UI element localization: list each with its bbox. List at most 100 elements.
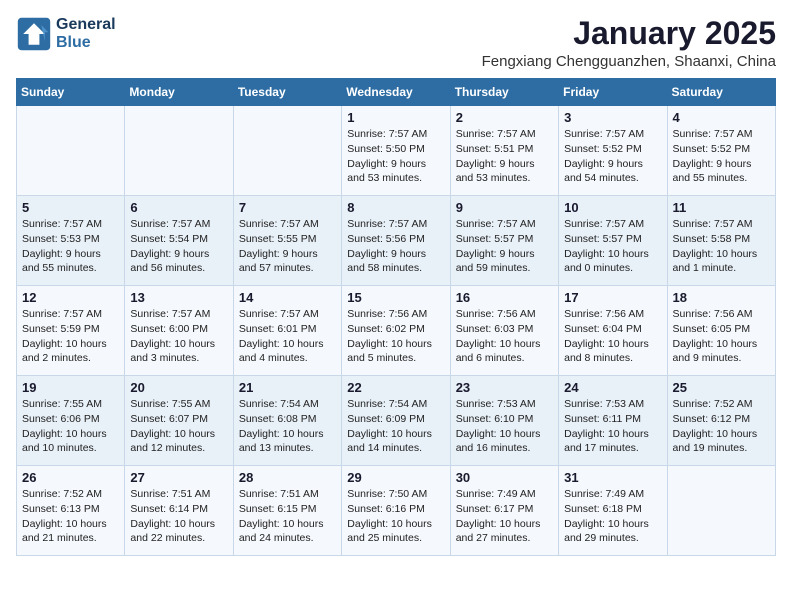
day-info: Sunrise: 7:57 AM Sunset: 5:55 PM Dayligh… <box>239 217 336 276</box>
logo: General Blue <box>16 16 116 52</box>
calendar-cell: 9 Sunrise: 7:57 AM Sunset: 5:57 PM Daylig… <box>450 196 558 286</box>
weekday-header-saturday: Saturday <box>667 79 775 106</box>
day-number: 8 <box>347 200 444 215</box>
day-number: 15 <box>347 290 444 305</box>
week-row-3: 12 Sunrise: 7:57 AM Sunset: 5:59 PM Dayli… <box>17 286 776 376</box>
day-info: Sunrise: 7:54 AM Sunset: 6:08 PM Dayligh… <box>239 397 336 456</box>
day-info: Sunrise: 7:52 AM Sunset: 6:13 PM Dayligh… <box>22 487 119 546</box>
day-number: 20 <box>130 380 227 395</box>
calendar-cell: 14Sunrise: 7:57 AM Sunset: 6:01 PM Dayli… <box>233 286 341 376</box>
day-number: 14 <box>239 290 336 305</box>
calendar-cell: 21 Sunrise: 7:54 AM Sunset: 6:08 PM Dayli… <box>233 376 341 466</box>
day-number: 3 <box>564 110 661 125</box>
day-number: 31 <box>564 470 661 485</box>
calendar-cell: 24 Sunrise: 7:53 AM Sunset: 6:11 PM Dayli… <box>559 376 667 466</box>
day-number: 9 <box>456 200 553 215</box>
day-info: Sunrise: 7:51 AM Sunset: 6:14 PM Dayligh… <box>130 487 227 546</box>
day-number: 23 <box>456 380 553 395</box>
calendar-cell: 22 Sunrise: 7:54 AM Sunset: 6:09 PM Dayli… <box>342 376 450 466</box>
day-number: 25 <box>673 380 770 395</box>
weekday-header-row: SundayMondayTuesdayWednesdayThursdayFrid… <box>17 79 776 106</box>
day-number: 6 <box>130 200 227 215</box>
day-info: Sunrise: 7:49 AM Sunset: 6:18 PM Dayligh… <box>564 487 661 546</box>
calendar-cell: 30 Sunrise: 7:49 AM Sunset: 6:17 PM Dayli… <box>450 466 558 556</box>
calendar-title: January 2025 <box>482 16 776 51</box>
page-header: General Blue January 2025 Fengxiang Chen… <box>16 16 776 70</box>
calendar-cell: 13 Sunrise: 7:57 AM Sunset: 6:00 PM Dayli… <box>125 286 233 376</box>
calendar-cell: 1Sunrise: 7:57 AM Sunset: 5:50 PM Daylig… <box>342 106 450 196</box>
day-number: 11 <box>673 200 770 215</box>
calendar-cell: 29 Sunrise: 7:50 AM Sunset: 6:16 PM Dayli… <box>342 466 450 556</box>
day-info: Sunrise: 7:56 AM Sunset: 6:05 PM Dayligh… <box>673 307 770 366</box>
calendar-cell: 27Sunrise: 7:51 AM Sunset: 6:14 PM Dayli… <box>125 466 233 556</box>
day-number: 21 <box>239 380 336 395</box>
week-row-5: 26 Sunrise: 7:52 AM Sunset: 6:13 PM Dayli… <box>17 466 776 556</box>
day-number: 1 <box>347 110 444 125</box>
day-info: Sunrise: 7:57 AM Sunset: 5:51 PM Dayligh… <box>456 127 553 186</box>
calendar-cell: 2 Sunrise: 7:57 AM Sunset: 5:51 PM Daylig… <box>450 106 558 196</box>
day-info: Sunrise: 7:54 AM Sunset: 6:09 PM Dayligh… <box>347 397 444 456</box>
calendar-cell: 5 Sunrise: 7:57 AM Sunset: 5:53 PM Daylig… <box>17 196 125 286</box>
day-info: Sunrise: 7:57 AM Sunset: 5:57 PM Dayligh… <box>456 217 553 276</box>
calendar-cell: 25 Sunrise: 7:52 AM Sunset: 6:12 PM Dayli… <box>667 376 775 466</box>
day-info: Sunrise: 7:57 AM Sunset: 5:54 PM Dayligh… <box>130 217 227 276</box>
day-info: Sunrise: 7:57 AM Sunset: 5:52 PM Dayligh… <box>673 127 770 186</box>
day-info: Sunrise: 7:57 AM Sunset: 5:53 PM Dayligh… <box>22 217 119 276</box>
calendar-cell: 10 Sunrise: 7:57 AM Sunset: 5:57 PM Dayli… <box>559 196 667 286</box>
day-number: 29 <box>347 470 444 485</box>
calendar-subtitle: Fengxiang Chengguanzhen, Shaanxi, China <box>482 53 776 70</box>
calendar-cell: 26 Sunrise: 7:52 AM Sunset: 6:13 PM Dayli… <box>17 466 125 556</box>
calendar-cell: 20Sunrise: 7:55 AM Sunset: 6:07 PM Dayli… <box>125 376 233 466</box>
calendar-cell: 12 Sunrise: 7:57 AM Sunset: 5:59 PM Dayli… <box>17 286 125 376</box>
weekday-header-sunday: Sunday <box>17 79 125 106</box>
calendar-cell: 15 Sunrise: 7:56 AM Sunset: 6:02 PM Dayli… <box>342 286 450 376</box>
day-number: 28 <box>239 470 336 485</box>
calendar-cell <box>233 106 341 196</box>
day-number: 16 <box>456 290 553 305</box>
day-number: 26 <box>22 470 119 485</box>
calendar-cell: 23Sunrise: 7:53 AM Sunset: 6:10 PM Dayli… <box>450 376 558 466</box>
calendar-cell <box>667 466 775 556</box>
day-number: 24 <box>564 380 661 395</box>
week-row-1: 1Sunrise: 7:57 AM Sunset: 5:50 PM Daylig… <box>17 106 776 196</box>
calendar-cell <box>125 106 233 196</box>
calendar-cell: 19Sunrise: 7:55 AM Sunset: 6:06 PM Dayli… <box>17 376 125 466</box>
calendar-cell: 3Sunrise: 7:57 AM Sunset: 5:52 PM Daylig… <box>559 106 667 196</box>
calendar-cell: 28 Sunrise: 7:51 AM Sunset: 6:15 PM Dayli… <box>233 466 341 556</box>
day-info: Sunrise: 7:57 AM Sunset: 5:57 PM Dayligh… <box>564 217 661 276</box>
day-number: 10 <box>564 200 661 215</box>
day-info: Sunrise: 7:50 AM Sunset: 6:16 PM Dayligh… <box>347 487 444 546</box>
day-info: Sunrise: 7:57 AM Sunset: 6:00 PM Dayligh… <box>130 307 227 366</box>
day-number: 12 <box>22 290 119 305</box>
day-info: Sunrise: 7:57 AM Sunset: 5:56 PM Dayligh… <box>347 217 444 276</box>
weekday-header-tuesday: Tuesday <box>233 79 341 106</box>
calendar-cell: 11Sunrise: 7:57 AM Sunset: 5:58 PM Dayli… <box>667 196 775 286</box>
day-info: Sunrise: 7:56 AM Sunset: 6:04 PM Dayligh… <box>564 307 661 366</box>
calendar-cell <box>17 106 125 196</box>
calendar-table: SundayMondayTuesdayWednesdayThursdayFrid… <box>16 78 776 556</box>
weekday-header-monday: Monday <box>125 79 233 106</box>
day-info: Sunrise: 7:57 AM Sunset: 5:59 PM Dayligh… <box>22 307 119 366</box>
day-number: 13 <box>130 290 227 305</box>
day-number: 2 <box>456 110 553 125</box>
day-number: 5 <box>22 200 119 215</box>
day-number: 17 <box>564 290 661 305</box>
day-info: Sunrise: 7:51 AM Sunset: 6:15 PM Dayligh… <box>239 487 336 546</box>
calendar-cell: 18 Sunrise: 7:56 AM Sunset: 6:05 PM Dayli… <box>667 286 775 376</box>
day-info: Sunrise: 7:53 AM Sunset: 6:11 PM Dayligh… <box>564 397 661 456</box>
week-row-4: 19Sunrise: 7:55 AM Sunset: 6:06 PM Dayli… <box>17 376 776 466</box>
day-info: Sunrise: 7:52 AM Sunset: 6:12 PM Dayligh… <box>673 397 770 456</box>
calendar-cell: 8 Sunrise: 7:57 AM Sunset: 5:56 PM Daylig… <box>342 196 450 286</box>
weekday-header-wednesday: Wednesday <box>342 79 450 106</box>
day-info: Sunrise: 7:49 AM Sunset: 6:17 PM Dayligh… <box>456 487 553 546</box>
day-number: 30 <box>456 470 553 485</box>
day-number: 22 <box>347 380 444 395</box>
calendar-cell: 17 Sunrise: 7:56 AM Sunset: 6:04 PM Dayli… <box>559 286 667 376</box>
day-number: 19 <box>22 380 119 395</box>
weekday-header-thursday: Thursday <box>450 79 558 106</box>
day-info: Sunrise: 7:56 AM Sunset: 6:02 PM Dayligh… <box>347 307 444 366</box>
logo-text: General Blue <box>56 16 116 52</box>
calendar-cell: 7Sunrise: 7:57 AM Sunset: 5:55 PM Daylig… <box>233 196 341 286</box>
day-number: 18 <box>673 290 770 305</box>
calendar-cell: 6 Sunrise: 7:57 AM Sunset: 5:54 PM Daylig… <box>125 196 233 286</box>
